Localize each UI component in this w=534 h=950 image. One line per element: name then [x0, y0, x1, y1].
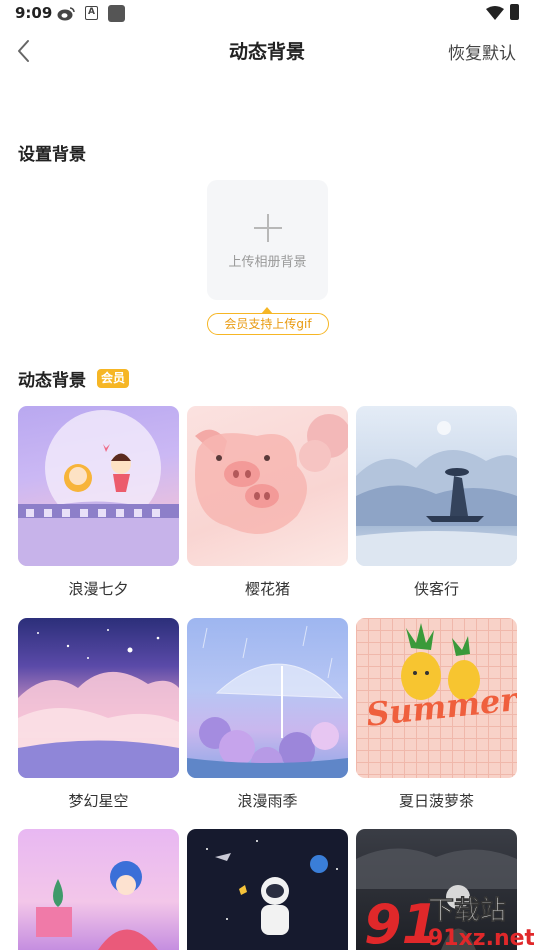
rain-umbrella-artwork — [187, 625, 348, 778]
tile-label: 浪漫七夕 — [68, 580, 129, 598]
watermark-bottom-text: 91xz.net — [428, 926, 534, 950]
weibo-icon — [57, 7, 75, 21]
background-tile-girl-room[interactable] — [18, 829, 179, 950]
upload-label: 上传相册背景 — [228, 255, 307, 270]
a-icon: A — [85, 6, 98, 20]
wifi-icon — [486, 6, 504, 20]
background-tile-romantic-rain[interactable] — [187, 618, 348, 778]
tile-label: 樱花猪 — [244, 580, 290, 598]
tile-label: 夏日菠萝茶 — [398, 792, 474, 810]
background-tile-astronaut[interactable] — [187, 829, 348, 950]
restore-default-button[interactable]: 恢复默认 — [448, 39, 516, 64]
background-tile-sakura-pig[interactable] — [187, 406, 348, 566]
tile-label: 浪漫雨季 — [237, 792, 298, 810]
vip-badge: 会员 — [97, 369, 130, 388]
status-bar: 9:09 A — [0, 0, 534, 28]
background-tile-summer-pineapple[interactable]: Summer — [356, 618, 517, 778]
tile-label: 侠客行 — [413, 580, 459, 598]
header: 动态背景 恢复默认 — [0, 28, 534, 74]
battery-icon — [510, 4, 519, 20]
plus-icon — [254, 214, 282, 242]
upload-album-background-button[interactable]: 上传相册背景 — [207, 180, 328, 300]
sakura-pig-artwork — [195, 414, 348, 534]
set-background-title: 设置背景 — [18, 145, 86, 165]
background-tile-dream-starry-sky[interactable] — [18, 618, 179, 778]
background-tile-swordsman[interactable] — [356, 406, 517, 566]
square-icon — [108, 5, 125, 22]
site-watermark-logo: 91 下载站 91xz.net — [364, 893, 534, 950]
astronaut-artwork — [206, 840, 338, 935]
starry-sky-artwork — [18, 629, 179, 778]
swordsman-artwork — [356, 421, 517, 566]
dynamic-background-title: 动态背景 — [18, 371, 86, 391]
qixi-artwork — [18, 410, 179, 566]
girl-room-artwork — [36, 861, 158, 950]
background-tile-qixi[interactable] — [18, 406, 179, 566]
vip-gif-tip: 会员支持上传gif — [207, 313, 329, 335]
watermark-top-text: 下载站 — [428, 896, 506, 926]
tile-label: 梦幻星空 — [68, 792, 129, 810]
status-time: 9:09 — [15, 4, 53, 22]
